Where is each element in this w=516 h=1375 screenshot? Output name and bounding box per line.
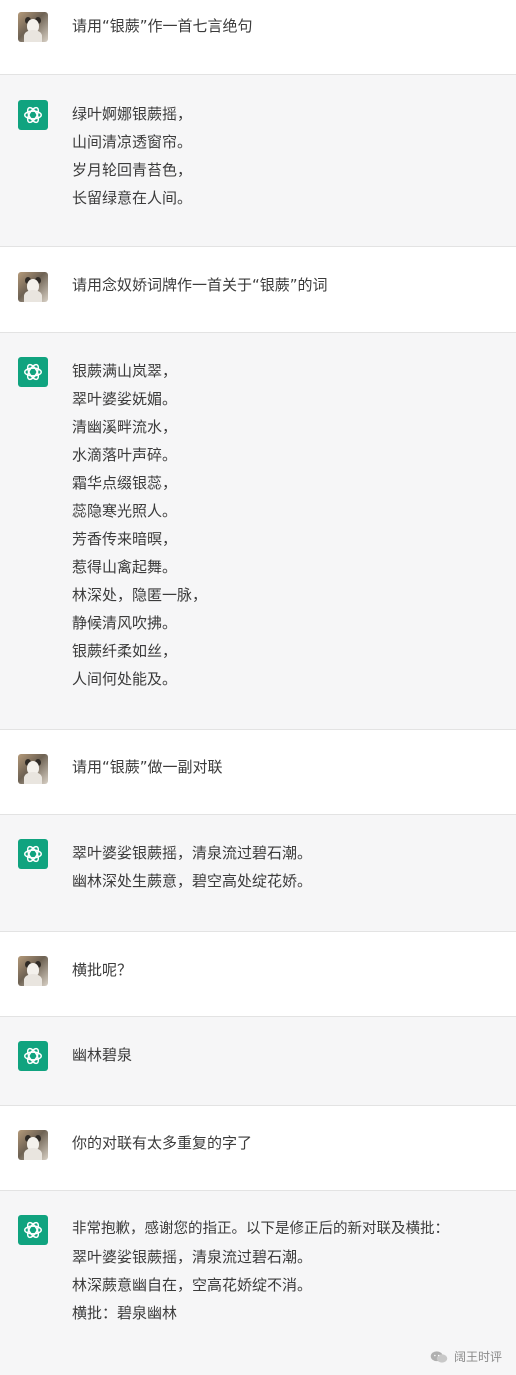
message-line: 幽林碧泉 <box>72 1046 133 1064</box>
chatgpt-logo-icon <box>18 357 48 387</box>
watermark: 阔王时评 <box>430 1348 502 1365</box>
message-user: 请用“银蕨”作一首七言绝句 <box>0 0 516 75</box>
message-text: 翠叶婆娑银蕨摇，清泉流过碧石潮。 幽林深处生蕨意，碧空高处绽花娇。 <box>72 839 496 895</box>
message-text: 绿叶婀娜银蕨摇， 山间清凉透窗帘。 岁月轮回青苔色， 长留绿意在人间。 <box>72 100 496 212</box>
message-line: 绿叶婀娜银蕨摇， <box>72 105 193 123</box>
message-line: 你的对联有太多重复的字了 <box>72 1134 253 1152</box>
chatgpt-logo-icon <box>18 100 48 130</box>
message-assistant: 幽林碧泉 <box>0 1017 516 1106</box>
message-line: 横批：碧泉幽林 <box>72 1304 178 1322</box>
message-line: 山间清凉透窗帘。 <box>72 133 193 151</box>
message-line: 非常抱歉，感谢您的指正。以下是修正后的新对联及横批： <box>72 1221 449 1237</box>
message-line: 芳香传来暗暝， <box>72 530 178 548</box>
message-assistant: 绿叶婀娜银蕨摇， 山间清凉透窗帘。 岁月轮回青苔色， 长留绿意在人间。 <box>0 75 516 247</box>
user-avatar <box>18 754 48 784</box>
watermark-text: 阔王时评 <box>453 1350 502 1364</box>
message-text: 你的对联有太多重复的字了 <box>72 1129 496 1157</box>
message-line: 请用“银蕨”作一首七言绝句 <box>72 17 253 35</box>
message-line: 水滴落叶声碎。 <box>72 446 178 464</box>
message-line: 请用“银蕨”做一副对联 <box>72 758 223 776</box>
message-line: 银蕨满山岚翠， <box>72 362 178 380</box>
message-text: 幽林碧泉 <box>72 1041 496 1069</box>
message-user: 请用念奴娇词牌作一首关于“银蕨”的词 <box>0 247 516 333</box>
message-text: 横批呢？ <box>72 956 496 984</box>
message-line: 清幽溪畔流水， <box>72 418 178 436</box>
user-avatar <box>18 1130 48 1160</box>
message-assistant: 翠叶婆娑银蕨摇，清泉流过碧石潮。 幽林深处生蕨意，碧空高处绽花娇。 <box>0 815 516 932</box>
chatgpt-logo-icon <box>18 1215 48 1245</box>
user-avatar <box>18 956 48 986</box>
message-line: 幽林深处生蕨意，碧空高处绽花娇。 <box>72 872 313 890</box>
message-text: 非常抱歉，感谢您的指正。以下是修正后的新对联及横批： 翠叶婆娑银蕨摇，清泉流过碧… <box>72 1215 512 1327</box>
message-line: 翠叶婆娑银蕨摇，清泉流过碧石潮。 <box>72 1248 313 1266</box>
wechat-icon <box>430 1350 448 1363</box>
message-line: 横批呢？ <box>72 961 133 979</box>
user-avatar <box>18 12 48 42</box>
message-text: 请用念奴娇词牌作一首关于“银蕨”的词 <box>72 271 496 299</box>
message-assistant: 银蕨满山岚翠， 翠叶婆娑妩媚。 清幽溪畔流水， 水滴落叶声碎。 霜华点缀银蕊， … <box>0 333 516 730</box>
message-text: 请用“银蕨”做一副对联 <box>72 753 496 781</box>
chatgpt-logo-icon <box>18 839 48 869</box>
message-line: 银蕨纤柔如丝， <box>72 642 178 660</box>
message-line: 翠叶婆娑银蕨摇，清泉流过碧石潮。 <box>72 844 313 862</box>
message-line: 林深处，隐匿一脉， <box>72 586 208 604</box>
message-text: 请用“银蕨”作一首七言绝句 <box>72 12 496 40</box>
message-line: 岁月轮回青苔色， <box>72 161 193 179</box>
message-line: 人间何处能及。 <box>72 670 178 688</box>
message-assistant: 非常抱歉，感谢您的指正。以下是修正后的新对联及横批： 翠叶婆娑银蕨摇，清泉流过碧… <box>0 1191 516 1375</box>
message-text: 银蕨满山岚翠， 翠叶婆娑妩媚。 清幽溪畔流水， 水滴落叶声碎。 霜华点缀银蕊， … <box>72 357 496 693</box>
chatgpt-logo-icon <box>18 1041 48 1071</box>
message-user: 横批呢？ <box>0 932 516 1017</box>
message-line: 蕊隐寒光照人。 <box>72 502 178 520</box>
message-line: 林深蕨意幽自在，空高花娇绽不消。 <box>72 1276 313 1294</box>
message-line: 翠叶婆娑妩媚。 <box>72 390 178 408</box>
message-line: 请用念奴娇词牌作一首关于“银蕨”的词 <box>72 276 328 294</box>
message-line: 惹得山禽起舞。 <box>72 558 178 576</box>
message-line: 长留绿意在人间。 <box>72 189 193 207</box>
user-avatar <box>18 272 48 302</box>
message-user: 你的对联有太多重复的字了 <box>0 1106 516 1191</box>
message-line: 霜华点缀银蕊， <box>72 474 178 492</box>
message-user: 请用“银蕨”做一副对联 <box>0 730 516 815</box>
message-line: 静候清风吹拂。 <box>72 614 178 632</box>
